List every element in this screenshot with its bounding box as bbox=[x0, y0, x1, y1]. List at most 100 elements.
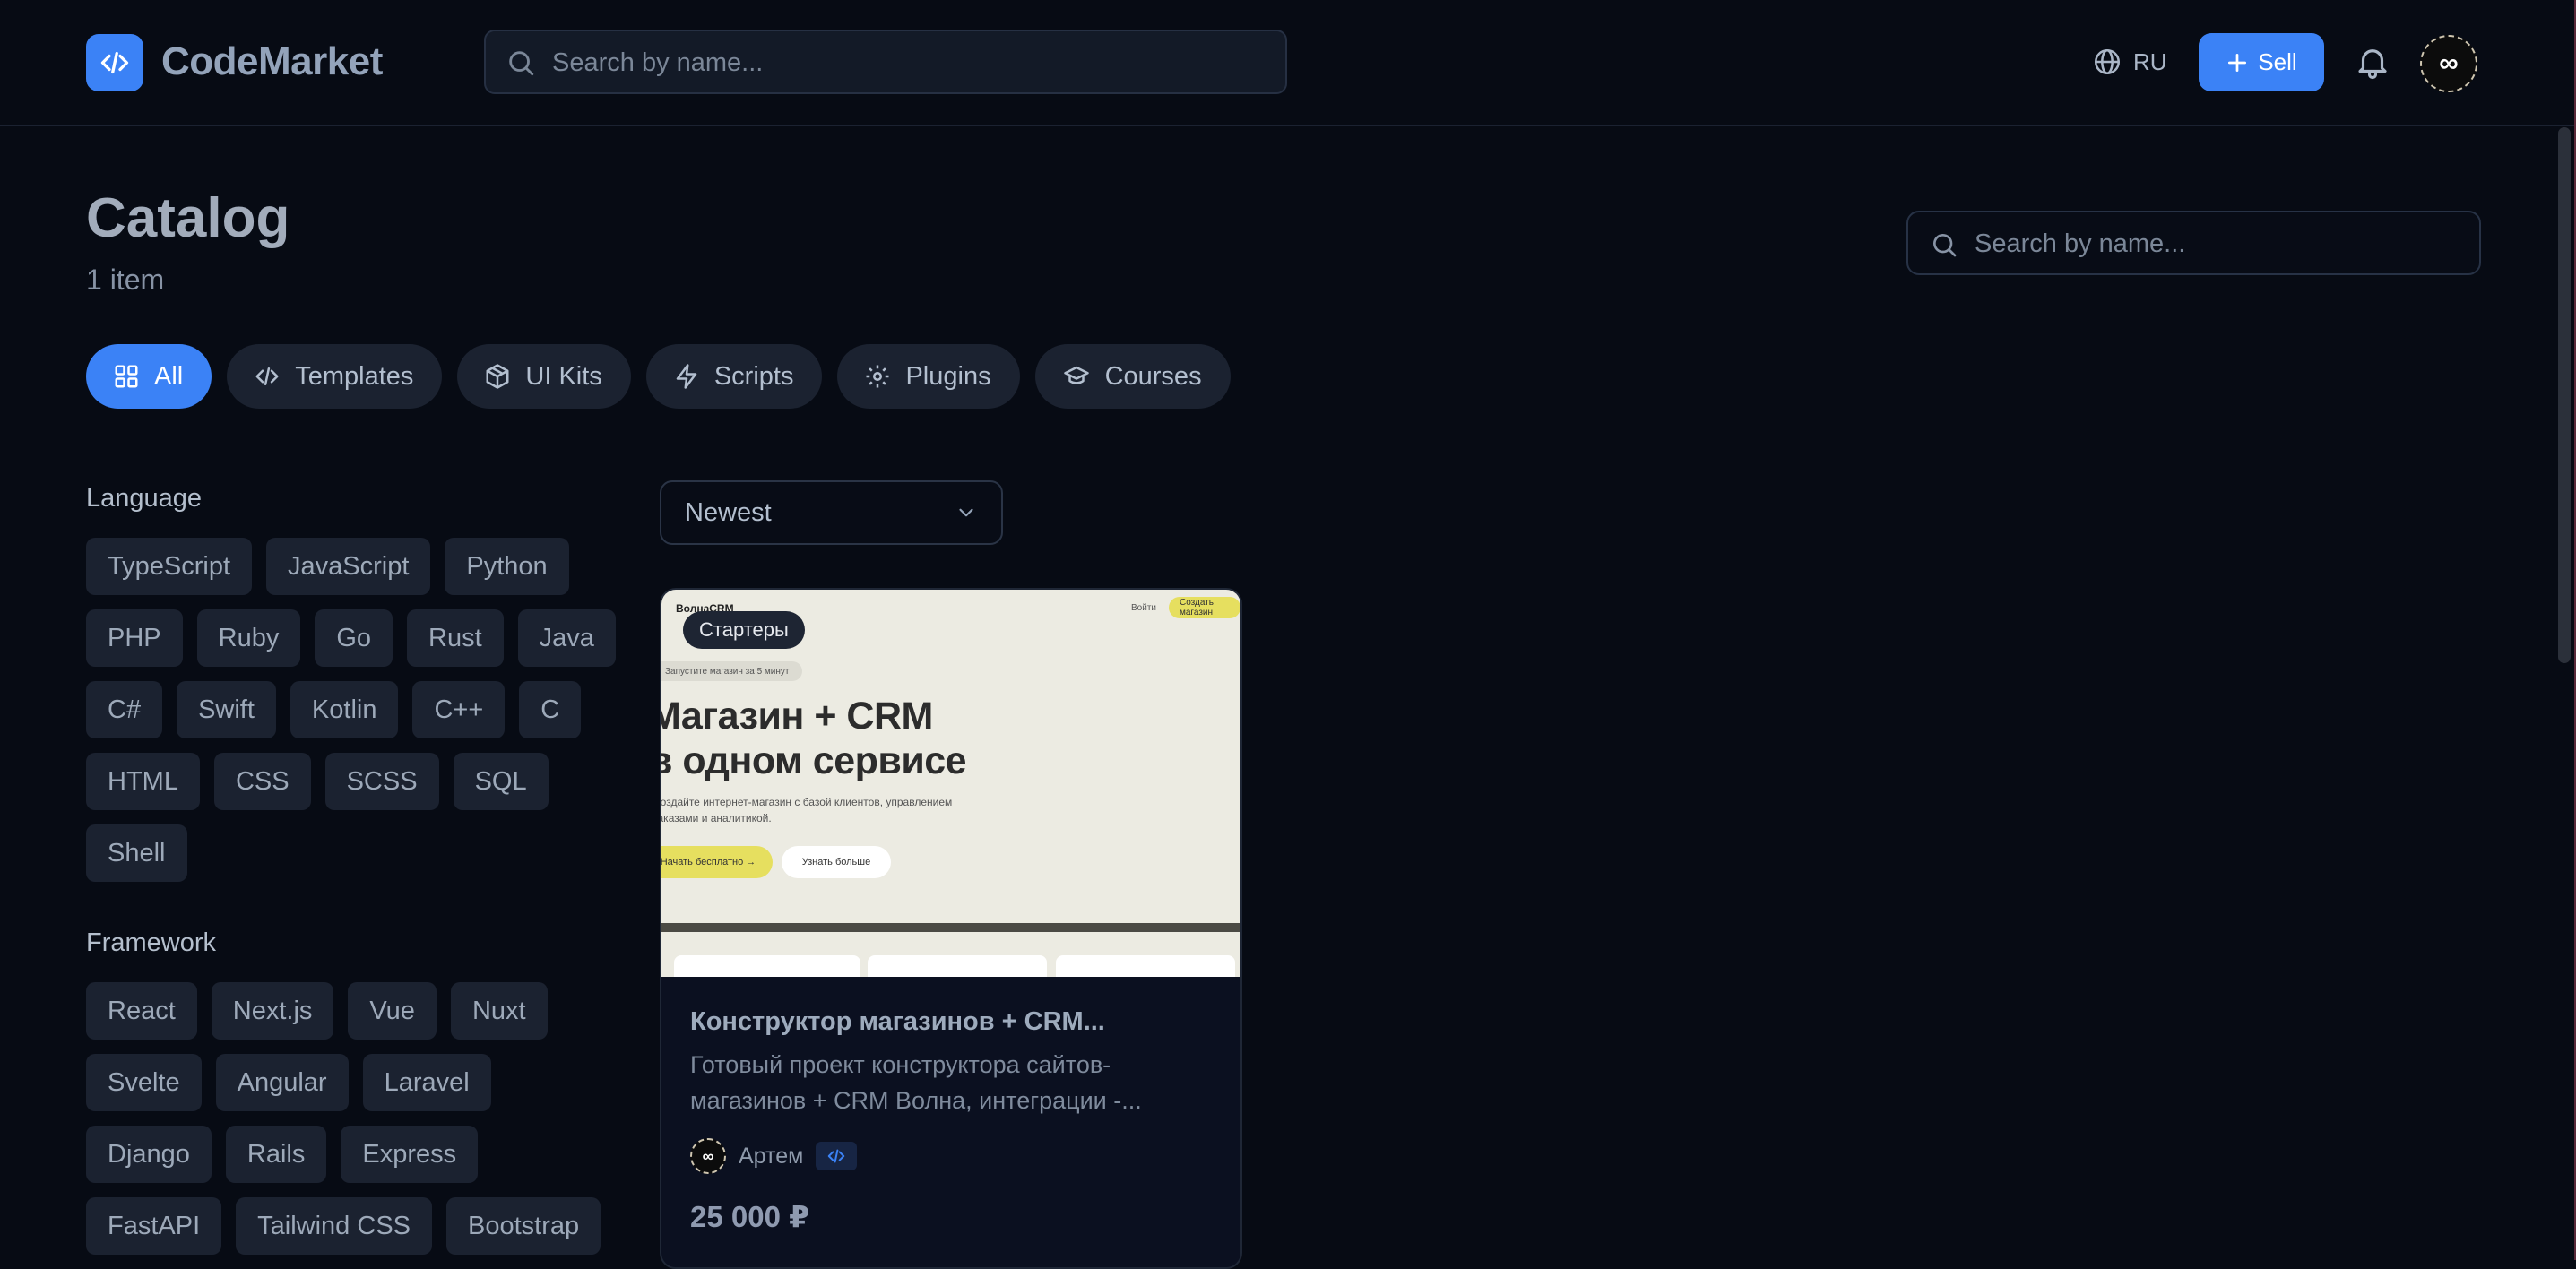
tab-label: Courses bbox=[1104, 361, 1202, 391]
header-search-input[interactable] bbox=[550, 31, 1273, 94]
framework-filter-title: Framework bbox=[86, 928, 217, 957]
filter-chip-kotlin[interactable]: Kotlin bbox=[290, 681, 399, 738]
filter-chip-ruby[interactable]: Ruby bbox=[196, 609, 301, 667]
preview-login: Войти bbox=[1131, 603, 1156, 613]
product-author[interactable]: ∞ Артем bbox=[690, 1138, 858, 1174]
lightning-icon bbox=[673, 363, 700, 390]
catalog-search[interactable] bbox=[1906, 211, 2481, 275]
filter-chip-bootstrap[interactable]: Bootstrap bbox=[446, 1197, 601, 1255]
language-switcher[interactable]: RU bbox=[2092, 42, 2167, 82]
sell-button[interactable]: Sell bbox=[2199, 33, 2324, 91]
tab-templates[interactable]: Templates bbox=[227, 344, 443, 409]
filter-chip-tailwind[interactable]: Tailwind CSS bbox=[236, 1197, 432, 1255]
graduation-cap-icon bbox=[1062, 363, 1091, 390]
filter-chip-sql[interactable]: SQL bbox=[453, 753, 549, 810]
filter-chip-scss[interactable]: SCSS bbox=[324, 753, 439, 810]
filter-chip-typescript[interactable]: TypeScript bbox=[86, 538, 252, 595]
filter-chip-express[interactable]: Express bbox=[341, 1126, 479, 1183]
preview-tile bbox=[1056, 955, 1235, 977]
preview-headline-line-2: в одном сервисе bbox=[661, 739, 967, 782]
tab-label: All bbox=[154, 361, 184, 391]
filter-chip-go[interactable]: Go bbox=[315, 609, 393, 667]
product-title[interactable]: Конструктор магазинов + CRM... bbox=[690, 1007, 1219, 1037]
filter-chip-laravel[interactable]: Laravel bbox=[362, 1054, 491, 1111]
preview-headline-line-1: Магазин + CRM bbox=[661, 695, 933, 738]
tab-courses[interactable]: Courses bbox=[1034, 344, 1231, 409]
preview-headline: Магазин + CRM в одном сервисе bbox=[661, 694, 967, 783]
filter-chip-html[interactable]: HTML bbox=[86, 753, 200, 810]
page-scrollbar[interactable] bbox=[2558, 127, 2571, 663]
category-badge: Стартеры bbox=[683, 611, 805, 649]
preview-cta-secondary: Узнать больше bbox=[782, 846, 891, 878]
filter-chip-cpp[interactable]: C++ bbox=[412, 681, 506, 738]
author-name: Артем bbox=[739, 1143, 804, 1169]
box-icon bbox=[484, 363, 511, 390]
filter-chip-c[interactable]: C bbox=[519, 681, 582, 738]
product-description: Готовый проект конструктора сайтов-магаз… bbox=[690, 1051, 1142, 1114]
sell-label: Sell bbox=[2258, 48, 2297, 75]
tab-label: Plugins bbox=[905, 361, 991, 391]
filter-chip-nuxt[interactable]: Nuxt bbox=[450, 982, 548, 1040]
tab-plugins[interactable]: Plugins bbox=[837, 344, 1020, 409]
globe-icon bbox=[2092, 47, 2122, 77]
logo-icon[interactable] bbox=[86, 34, 143, 91]
grid-icon bbox=[113, 363, 140, 390]
filter-chip-django[interactable]: Django bbox=[86, 1126, 212, 1183]
filter-chip-svelte[interactable]: Svelte bbox=[86, 1054, 202, 1111]
user-avatar[interactable]: ∞ bbox=[2420, 35, 2477, 92]
filter-chip-shell[interactable]: Shell bbox=[86, 824, 187, 882]
filter-chip-vue[interactable]: Vue bbox=[348, 982, 437, 1040]
brand-name[interactable]: CodeMarket bbox=[161, 39, 383, 84]
sort-selected-value: Newest bbox=[685, 497, 772, 527]
preview-description: Создайте интернет-магазин с базой клиент… bbox=[661, 796, 953, 824]
product-price: 25 000 ₽ bbox=[690, 1200, 810, 1233]
language-filter-chips: TypeScript JavaScript Python PHP Ruby Go… bbox=[86, 538, 624, 882]
filter-chip-php[interactable]: PHP bbox=[86, 609, 183, 667]
author-avatar: ∞ bbox=[690, 1138, 726, 1174]
filter-chip-javascript[interactable]: JavaScript bbox=[266, 538, 431, 595]
search-icon bbox=[506, 47, 536, 78]
filter-chip-python[interactable]: Python bbox=[445, 538, 569, 595]
product-preview-image[interactable]: ВолнаCRM Войти Создать магазин Запустите… bbox=[661, 590, 1240, 977]
filter-chip-java[interactable]: Java bbox=[517, 609, 616, 667]
filter-chip-swift[interactable]: Swift bbox=[177, 681, 276, 738]
bell-icon[interactable] bbox=[2354, 43, 2391, 81]
preview-tile bbox=[868, 955, 1047, 977]
item-count: 1 item bbox=[86, 263, 165, 296]
gear-icon bbox=[864, 363, 891, 390]
preview-pill: Запустите магазин за 5 минут bbox=[661, 661, 802, 681]
filter-chip-nextjs[interactable]: Next.js bbox=[211, 982, 334, 1040]
tab-ui-kits[interactable]: UI Kits bbox=[457, 344, 631, 409]
category-tabs: All Templates UI Kits Scripts Plugins Co… bbox=[86, 344, 1231, 409]
preview-cta-primary: Начать бесплатно → bbox=[661, 846, 773, 878]
tab-scripts[interactable]: Scripts bbox=[645, 344, 823, 409]
filter-chip-css[interactable]: CSS bbox=[213, 753, 311, 810]
tab-label: UI Kits bbox=[525, 361, 602, 391]
filter-chip-fastapi[interactable]: FastAPI bbox=[86, 1197, 222, 1255]
language-filter-title: Language bbox=[86, 484, 203, 513]
tab-all[interactable]: All bbox=[86, 344, 212, 409]
preview-tile bbox=[674, 955, 860, 977]
framework-filter-chips: React Next.js Vue Nuxt Svelte Angular La… bbox=[86, 982, 624, 1255]
preview-create-button: Создать магазин bbox=[1169, 597, 1240, 618]
search-icon bbox=[1930, 230, 1958, 259]
top-header: CodeMarket RU Sell ∞ bbox=[0, 0, 2574, 126]
code-icon bbox=[816, 1142, 858, 1170]
catalog-search-input[interactable] bbox=[1973, 212, 2467, 275]
product-card[interactable]: ВолнаCRM Войти Создать магазин Запустите… bbox=[660, 588, 1242, 1269]
sort-select[interactable]: Newest bbox=[660, 480, 1003, 545]
filter-chip-rails[interactable]: Rails bbox=[225, 1126, 327, 1183]
filter-chip-angular[interactable]: Angular bbox=[215, 1054, 349, 1111]
tab-label: Templates bbox=[295, 361, 414, 391]
language-label: RU bbox=[2133, 47, 2167, 75]
tab-label: Scripts bbox=[713, 361, 794, 391]
chevron-down-icon bbox=[955, 501, 978, 524]
preview-divider bbox=[661, 923, 1240, 932]
plus-icon bbox=[2226, 51, 2249, 74]
code-icon bbox=[254, 363, 281, 390]
page-title: Catalog bbox=[86, 187, 290, 249]
filter-chip-rust[interactable]: Rust bbox=[407, 609, 504, 667]
header-search[interactable] bbox=[484, 30, 1287, 94]
filter-chip-react[interactable]: React bbox=[86, 982, 197, 1040]
filter-chip-csharp[interactable]: C# bbox=[86, 681, 163, 738]
